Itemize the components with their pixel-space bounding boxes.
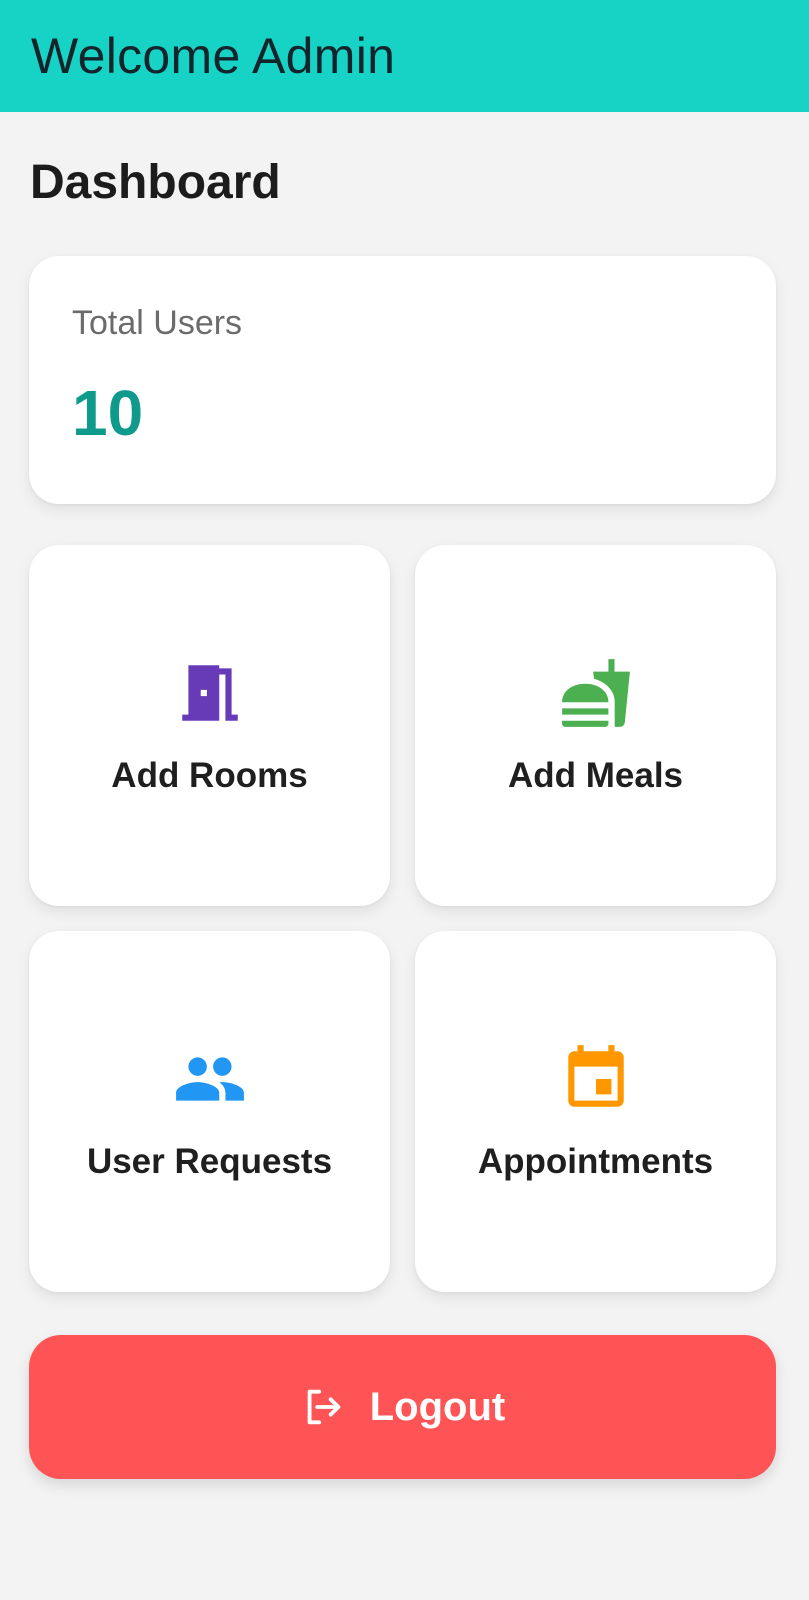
total-users-label: Total Users [72, 304, 243, 342]
total-users-value: 10 [72, 377, 144, 449]
appointments-label: Appointments [477, 1141, 714, 1181]
logout-icon [307, 1389, 340, 1425]
user-requests-label: User Requests [86, 1141, 333, 1181]
add-rooms-label: Add Rooms [111, 755, 308, 795]
logout-button[interactable]: Logout [29, 1335, 776, 1479]
user-requests-tile[interactable]: User Requests [29, 931, 390, 1292]
app-bar-title: Welcome Admin [31, 28, 396, 84]
fastfood-icon [561, 658, 630, 727]
add-rooms-tile[interactable]: Add Rooms [29, 545, 390, 906]
calendar-icon [567, 1044, 624, 1107]
appointments-tile[interactable]: Appointments [415, 931, 776, 1292]
page-title: Dashboard [30, 156, 281, 209]
door-icon [181, 664, 238, 721]
total-users-card: Total Users 10 [29, 256, 776, 504]
logout-label: Logout [369, 1384, 506, 1429]
add-meals-tile[interactable]: Add Meals [415, 545, 776, 906]
add-meals-label: Add Meals [507, 755, 684, 795]
app-bar: Welcome Admin [0, 0, 809, 112]
people-icon [175, 1056, 244, 1101]
